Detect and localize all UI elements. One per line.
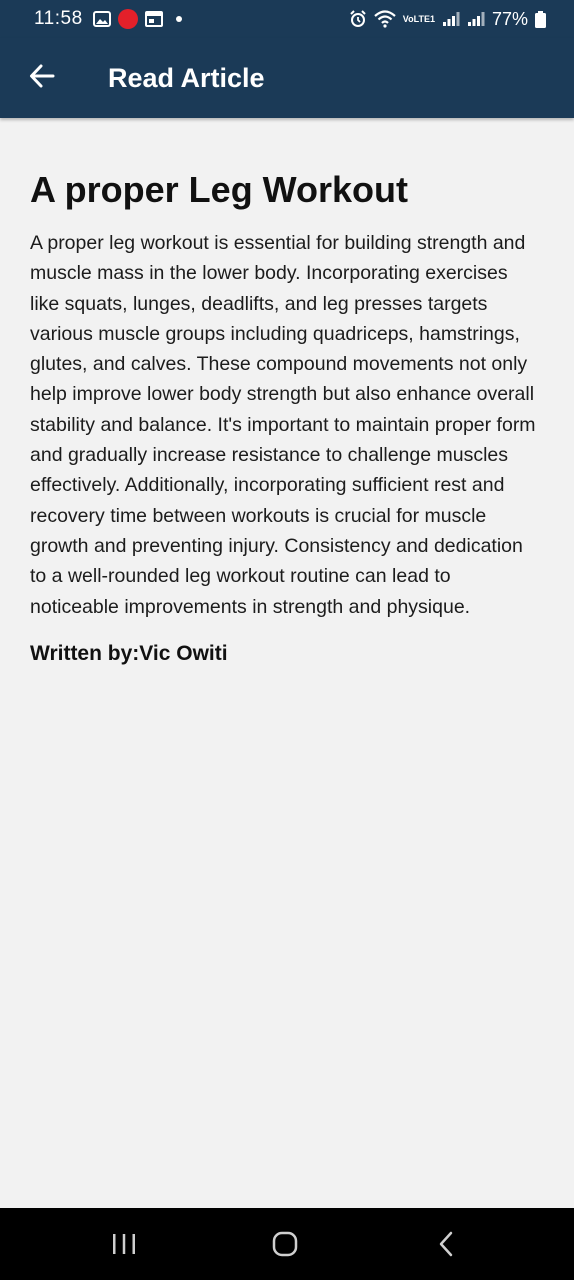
status-bar: 11:58 VoLTE1 77% xyxy=(0,0,574,38)
more-notifications-dot-icon xyxy=(175,16,182,22)
article-body: A proper leg workout is essential for bu… xyxy=(30,232,536,618)
wifi-icon xyxy=(374,10,396,28)
status-bar-left: 11:58 xyxy=(34,8,182,30)
page-title: Read Article xyxy=(108,63,265,93)
signal-strength-icon-1 xyxy=(442,11,460,27)
arrow-left-icon xyxy=(30,64,55,88)
recent-apps-button[interactable] xyxy=(104,1224,144,1264)
article-title: A proper Leg Workout xyxy=(30,169,408,210)
home-icon xyxy=(272,1231,298,1257)
volte-label: VoLTE1 xyxy=(402,13,435,24)
battery-percentage: 77% xyxy=(491,8,528,29)
signal-strength-icon-2 xyxy=(467,11,485,27)
status-time: 11:58 xyxy=(34,8,83,29)
system-navigation-bar xyxy=(0,1208,574,1280)
gallery-notification-icon xyxy=(92,11,111,27)
navigation-back-button[interactable] xyxy=(427,1224,467,1264)
back-button[interactable] xyxy=(22,56,62,96)
app-notification-icon xyxy=(117,9,138,29)
article-author: Written by:Vic Owiti xyxy=(30,641,228,665)
status-bar-right: VoLTE1 77% xyxy=(349,9,546,30)
home-button[interactable] xyxy=(265,1224,305,1264)
chevron-left-icon xyxy=(439,1231,453,1257)
recent-apps-icon xyxy=(113,1234,135,1254)
calendar-notification-icon xyxy=(144,11,163,27)
battery-icon xyxy=(535,10,546,28)
article-content: A proper Leg Workout A proper leg workou… xyxy=(30,166,542,668)
app-bar: Read Article xyxy=(0,38,574,118)
alarm-icon xyxy=(349,10,367,28)
